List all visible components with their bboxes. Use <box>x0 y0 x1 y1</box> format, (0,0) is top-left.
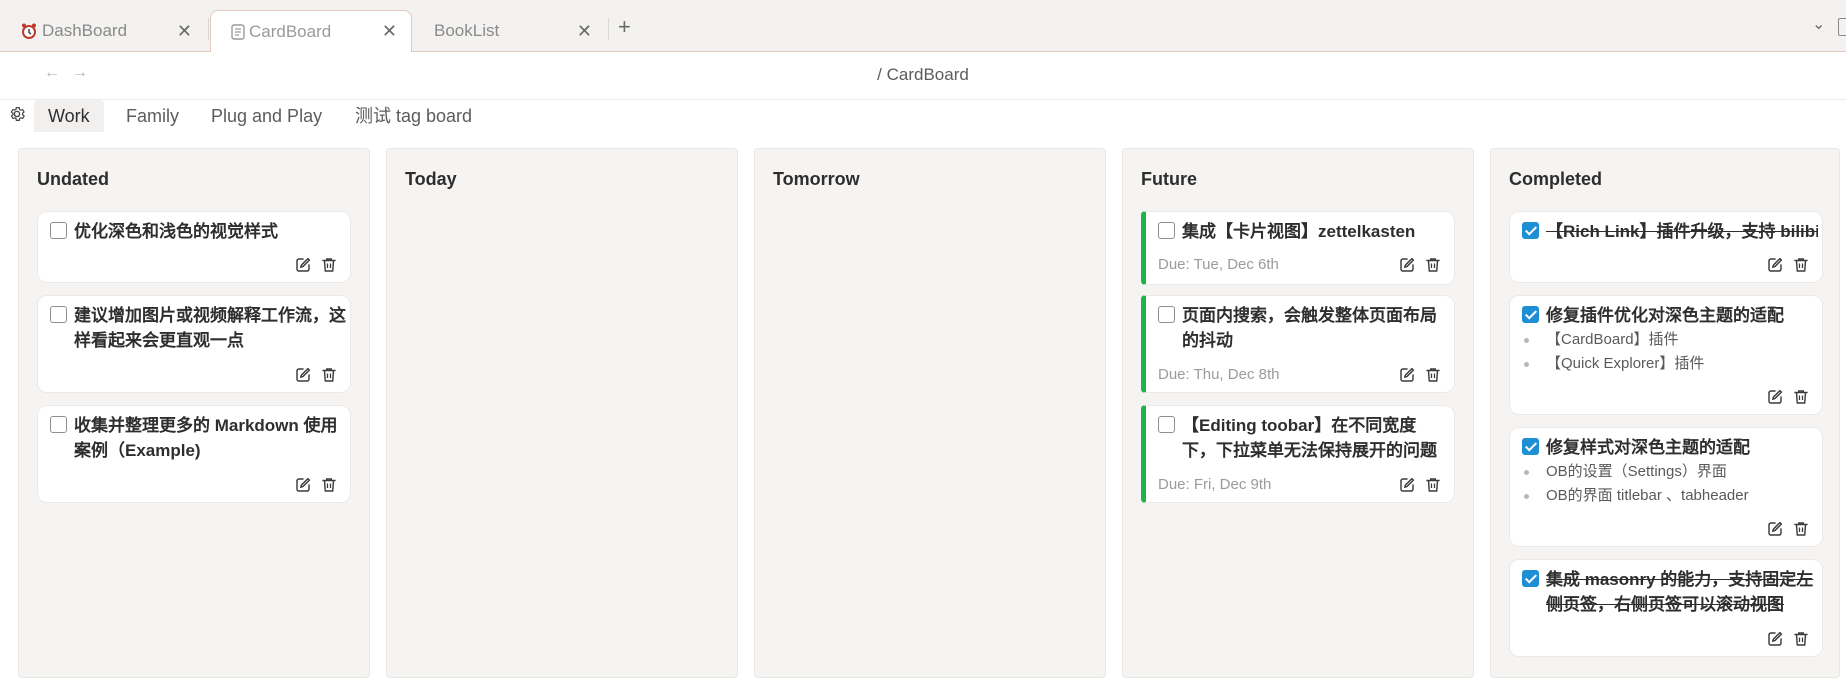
edit-icon[interactable] <box>294 256 312 274</box>
card-title: 集成【卡片视图】zettelkasten <box>1182 222 1416 241</box>
card-title: 修复插件优化对深色主题的适配 <box>1546 306 1784 325</box>
column-undated: Undated 优化深色和浅色的视觉样式 建议增加图片或视频解释工作流，这样看起… <box>18 148 370 678</box>
card[interactable]: 建议增加图片或视频解释工作流，这样看起来会更直观一点 <box>37 295 351 393</box>
due-date: Due: Fri, Dec 9th <box>1158 476 1272 493</box>
subtask-item: 【CardBoard】插件 <box>1524 328 1814 352</box>
card-title: 建议增加图片或视频解释工作流，这样看起来会更直观一点 <box>74 306 346 350</box>
chevron-down-icon[interactable]: ⌄ <box>1812 14 1825 34</box>
tab-booklist[interactable]: BookList ✕ <box>414 10 606 52</box>
card[interactable]: 优化深色和浅色的视觉样式 <box>37 211 351 283</box>
trash-icon[interactable] <box>1792 630 1810 648</box>
checkbox-checked[interactable] <box>1522 570 1539 587</box>
kanban-board: Undated 优化深色和浅色的视觉样式 建议增加图片或视频解释工作流，这样看起… <box>0 132 1846 682</box>
card-title: 【Editing toobar】在不同宽度下，下拉菜单无法保持展开的问题 <box>1182 416 1437 460</box>
card-title: 修复样式对深色主题的适配 <box>1546 438 1750 457</box>
subtask-item: 【Quick Explorer】插件 <box>1524 352 1814 376</box>
board-tab-work[interactable]: Work <box>34 100 104 132</box>
checkbox-checked[interactable] <box>1522 306 1539 323</box>
trash-icon[interactable] <box>320 256 338 274</box>
card-title: 收集并整理更多的 Markdown 使用案例（Example) <box>74 416 338 460</box>
view-header: ← → / CardBoard <box>0 52 1846 100</box>
trash-icon[interactable] <box>1792 520 1810 538</box>
column-title: Undated <box>37 169 109 189</box>
card[interactable]: 【Rich Link】插件升级，支持 bilibili <box>1509 211 1823 283</box>
edit-icon[interactable] <box>1766 520 1784 538</box>
gear-icon[interactable] <box>8 105 26 123</box>
tab-label: BookList <box>434 21 500 40</box>
board-tab-family[interactable]: Family <box>112 100 193 132</box>
due-date: Due: Tue, Dec 6th <box>1158 256 1279 273</box>
tab-separator <box>608 18 609 40</box>
card[interactable]: 【Editing toobar】在不同宽度下，下拉菜单无法保持展开的问题 Due… <box>1141 405 1455 503</box>
trash-icon[interactable] <box>1424 256 1442 274</box>
tab-dashboard[interactable]: DashBoard ✕ <box>0 10 206 52</box>
checkbox[interactable] <box>1158 222 1175 239</box>
trash-icon[interactable] <box>1424 366 1442 384</box>
column-future: Future 集成【卡片视图】zettelkasten Due: Tue, De… <box>1122 148 1474 678</box>
subtask-item: OB的设置（Settings）界面 <box>1524 460 1814 484</box>
trash-icon[interactable] <box>320 476 338 494</box>
card[interactable]: 收集并整理更多的 Markdown 使用案例（Example) <box>37 405 351 503</box>
trash-icon[interactable] <box>320 366 338 384</box>
checkbox[interactable] <box>1158 416 1175 433</box>
checkbox[interactable] <box>50 416 67 433</box>
tab-separator <box>208 18 209 40</box>
close-icon[interactable]: ✕ <box>577 21 592 42</box>
trash-icon[interactable] <box>1424 476 1442 494</box>
trash-icon[interactable] <box>1792 256 1810 274</box>
card-title: 集成 masonry 的能力，支持固定左侧页签，右侧页签可以滚动视图 <box>1546 570 1814 614</box>
sidebar-toggle-icon[interactable] <box>1838 18 1846 36</box>
checkbox-checked[interactable] <box>1522 438 1539 455</box>
close-icon[interactable]: ✕ <box>382 21 397 42</box>
edit-icon[interactable] <box>294 366 312 384</box>
new-tab-plus-icon[interactable]: + <box>618 14 631 40</box>
tab-label: CardBoard <box>249 21 332 41</box>
tab-label: DashBoard <box>42 21 128 40</box>
trash-icon[interactable] <box>1792 388 1810 406</box>
document-icon <box>231 23 245 40</box>
edit-icon[interactable] <box>294 476 312 494</box>
tab-cardboard[interactable]: CardBoard ✕ <box>210 10 412 52</box>
edit-icon[interactable] <box>1766 388 1784 406</box>
checkbox[interactable] <box>50 222 67 239</box>
card-title: 优化深色和浅色的视觉样式 <box>74 222 278 241</box>
card[interactable]: 集成 masonry 的能力，支持固定左侧页签，右侧页签可以滚动视图 <box>1509 559 1823 657</box>
tab-bar: DashBoard ✕ CardBoard ✕ BookList ✕ + ⌄ <box>0 0 1846 52</box>
checkbox[interactable] <box>1158 306 1175 323</box>
close-icon[interactable]: ✕ <box>177 21 192 42</box>
card-title: 【Rich Link】插件升级，支持 bilibili <box>1546 222 1818 241</box>
board-tabs: Work Family Plug and Play 测试 tag board <box>0 100 1846 132</box>
alarm-clock-icon <box>20 22 38 40</box>
view-title: / CardBoard <box>877 65 969 84</box>
column-today: Today <box>386 148 738 678</box>
edit-icon[interactable] <box>1766 256 1784 274</box>
card[interactable]: 集成【卡片视图】zettelkasten Due: Tue, Dec 6th <box>1141 211 1455 285</box>
edit-icon[interactable] <box>1398 366 1416 384</box>
edit-icon[interactable] <box>1398 256 1416 274</box>
edit-icon[interactable] <box>1398 476 1416 494</box>
column-tomorrow: Tomorrow <box>754 148 1106 678</box>
board-tab-test-tag-board[interactable]: 测试 tag board <box>341 100 486 132</box>
card[interactable]: 修复样式对深色主题的适配 OB的设置（Settings）界面 OB的界面 tit… <box>1509 427 1823 547</box>
checkbox-checked[interactable] <box>1522 222 1539 239</box>
subtask-item: OB的界面 titlebar 、tabheader <box>1524 484 1814 508</box>
card[interactable]: 页面内搜索，会触发整体页面布局的抖动 Due: Thu, Dec 8th <box>1141 295 1455 393</box>
edit-icon[interactable] <box>1766 630 1784 648</box>
due-date: Due: Thu, Dec 8th <box>1158 366 1280 383</box>
column-title: Completed <box>1509 169 1603 189</box>
card[interactable]: 修复插件优化对深色主题的适配 【CardBoard】插件 【Quick Expl… <box>1509 295 1823 415</box>
card-title: 页面内搜索，会触发整体页面布局的抖动 <box>1182 306 1437 350</box>
column-title: Today <box>405 169 457 189</box>
board-tab-plug-and-play[interactable]: Plug and Play <box>197 100 336 132</box>
column-title: Tomorrow <box>773 169 860 189</box>
checkbox[interactable] <box>50 306 67 323</box>
column-title: Future <box>1141 169 1197 189</box>
column-completed: Completed 【Rich Link】插件升级，支持 bilibili 修复… <box>1490 148 1840 678</box>
